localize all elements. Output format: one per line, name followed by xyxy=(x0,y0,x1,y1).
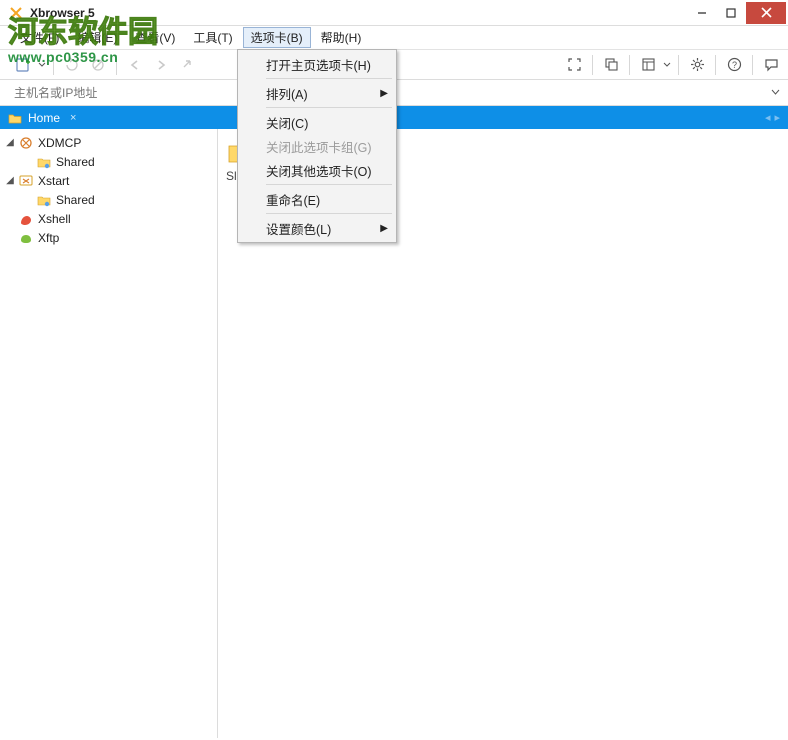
menu-rename-tab[interactable]: 重命名(E) xyxy=(240,187,394,211)
svg-text:?: ? xyxy=(731,60,736,70)
up-button[interactable] xyxy=(174,53,200,77)
menu-tools[interactable]: 工具(T) xyxy=(185,27,240,48)
menu-close-other-tabs[interactable]: 关闭其他选项卡(O) xyxy=(240,158,394,182)
address-dropdown-icon[interactable] xyxy=(766,86,784,100)
back-button[interactable] xyxy=(122,53,148,77)
tree-node-xstart-shared[interactable]: Shared xyxy=(0,190,217,209)
forward-button[interactable] xyxy=(148,53,174,77)
submenu-arrow-icon: ▶ xyxy=(380,223,388,234)
tree-node-xshell[interactable]: Xshell xyxy=(0,209,217,228)
toolbar-separator xyxy=(752,55,753,75)
menu-separator xyxy=(266,78,392,79)
xftp-icon xyxy=(18,230,34,246)
tree-label: Xstart xyxy=(38,174,69,188)
shared-folder-icon xyxy=(36,154,52,170)
minimize-button[interactable] xyxy=(688,2,716,24)
fullscreen-button[interactable] xyxy=(561,53,587,77)
menu-arrange[interactable]: 排列(A) ▶ xyxy=(240,81,394,105)
toolbar-separator xyxy=(592,55,593,75)
cascade-button[interactable] xyxy=(598,53,624,77)
main-peek-text: Sl xyxy=(226,169,237,183)
tree-node-xftp[interactable]: Xftp xyxy=(0,228,217,247)
xshell-icon xyxy=(18,211,34,227)
toolbar-separator xyxy=(678,55,679,75)
menubar: 文件(F) 编辑(E) 查看(V) 工具(T) 选项卡(B) 帮助(H) xyxy=(0,26,788,49)
menu-set-color[interactable]: 设置颜色(L) ▶ xyxy=(240,216,394,240)
folder-icon xyxy=(8,111,22,125)
help-button[interactable]: ? xyxy=(721,53,747,77)
layout-button[interactable] xyxy=(635,53,661,77)
tree-node-xdmcp[interactable]: ◢ XDMCP xyxy=(0,133,217,152)
menu-help[interactable]: 帮助(H) xyxy=(313,27,370,48)
close-button[interactable] xyxy=(746,2,786,24)
tab-home[interactable]: Home × xyxy=(0,106,84,129)
menu-open-home-tab[interactable]: 打开主页选项卡(H) xyxy=(240,52,394,76)
toolbar-separator xyxy=(53,55,54,75)
window-title: Xbrowser 5 xyxy=(30,6,95,20)
xdmcp-icon xyxy=(18,135,34,151)
maximize-button[interactable] xyxy=(717,2,745,24)
collapse-icon[interactable]: ◢ xyxy=(4,175,16,186)
submenu-arrow-icon: ▶ xyxy=(380,88,388,99)
tab-next-icon[interactable]: ▸ xyxy=(774,111,780,124)
tree-label: Xshell xyxy=(38,212,71,226)
tab-label: Home xyxy=(28,111,60,125)
disconnect-button[interactable] xyxy=(85,53,111,77)
menu-separator xyxy=(266,107,392,108)
tree-label: Shared xyxy=(56,193,95,207)
toolbar-separator xyxy=(629,55,630,75)
tree-node-xstart[interactable]: ◢ Xstart xyxy=(0,171,217,190)
xstart-icon xyxy=(18,173,34,189)
menu-close-tab[interactable]: 关闭(C) xyxy=(240,110,394,134)
new-session-button[interactable] xyxy=(10,53,36,77)
menu-view[interactable]: 查看(V) xyxy=(127,27,183,48)
tree-label: Xftp xyxy=(38,231,59,245)
menu-label: 排列(A) xyxy=(266,84,308,103)
toolbar-separator xyxy=(116,55,117,75)
tab-nav: ◂ ▸ xyxy=(757,106,788,129)
sidebar-tree: ◢ XDMCP Shared ◢ Xstart Shared Xshell xyxy=(0,129,218,738)
tabs-dropdown-menu: 打开主页选项卡(H) 排列(A) ▶ 关闭(C) 关闭此选项卡组(G) 关闭其他选… xyxy=(237,49,397,243)
layout-dropdown-icon[interactable] xyxy=(661,53,673,77)
menu-separator xyxy=(266,213,392,214)
tab-close-icon[interactable]: × xyxy=(70,112,76,124)
collapse-icon[interactable]: ◢ xyxy=(4,137,16,148)
feedback-button[interactable] xyxy=(758,53,784,77)
titlebar: Xbrowser 5 xyxy=(0,0,788,26)
menu-label: 设置颜色(L) xyxy=(266,219,331,238)
reconnect-button[interactable] xyxy=(59,53,85,77)
shared-folder-icon xyxy=(36,192,52,208)
menu-close-tab-group: 关闭此选项卡组(G) xyxy=(240,134,394,158)
tree-node-xdmcp-shared[interactable]: Shared xyxy=(0,152,217,171)
menu-tabs[interactable]: 选项卡(B) xyxy=(243,27,311,48)
tree-label: Shared xyxy=(56,155,95,169)
toolbar-separator xyxy=(715,55,716,75)
menu-separator xyxy=(266,184,392,185)
settings-button[interactable] xyxy=(684,53,710,77)
tree-label: XDMCP xyxy=(38,136,81,150)
tab-prev-icon[interactable]: ◂ xyxy=(765,111,771,124)
menu-edit[interactable]: 编辑(E) xyxy=(69,27,125,48)
app-icon xyxy=(8,5,24,21)
toolbar-dropdown-icon[interactable] xyxy=(36,53,48,77)
menu-file[interactable]: 文件(F) xyxy=(12,27,67,48)
